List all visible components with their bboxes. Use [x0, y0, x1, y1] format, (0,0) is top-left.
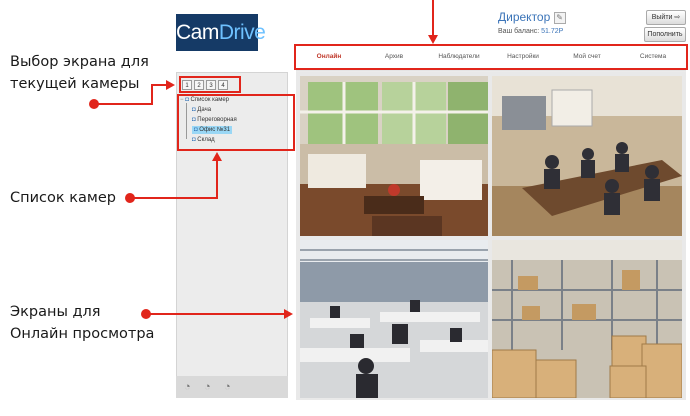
camera-control-icon[interactable]: ◔ [204, 381, 211, 393]
topup-button[interactable]: Пополнить [644, 27, 686, 42]
annotation-connector [216, 160, 218, 199]
video-feed-2[interactable] [492, 76, 682, 236]
logo-accent: Drive [218, 21, 266, 44]
screens-note: Экраны для Онлайн просмотра [10, 301, 154, 345]
screen-select-note-line-1: Выбор экрана для [10, 54, 149, 70]
screens-note-line-2: Онлайн просмотра [10, 326, 155, 342]
annotation-arrow [428, 35, 438, 44]
annotation-connector [151, 84, 167, 86]
screen-select-note-line-2: текущей камеры [10, 76, 140, 92]
camera-control-toolbar [176, 376, 288, 398]
camera-list-note: Список камер [10, 190, 116, 206]
exit-icon: ⇨ [674, 14, 681, 21]
annotation-connector [130, 197, 217, 199]
annotation-arrow [284, 309, 293, 319]
annotation-connector [96, 103, 152, 105]
open-office-image [300, 240, 488, 398]
balance-label: Ваш баланс: [498, 28, 540, 35]
camera-tree-highlight [177, 94, 295, 151]
logout-label: Выйти [651, 14, 673, 21]
annotation-connector [432, 0, 434, 36]
annotation-arrow [212, 152, 222, 161]
screen-selector-highlight [179, 76, 241, 93]
living-room-image [300, 76, 488, 236]
screens-note-line-1: Экраны для [10, 304, 101, 320]
camdrive-logo: CamDrive [176, 14, 266, 51]
topup-label: Пополнить [647, 31, 683, 38]
user-name-link[interactable]: Директор ✎ [498, 10, 566, 24]
warehouse-image [492, 240, 682, 398]
camera-control-icon[interactable]: ◔ [224, 381, 231, 393]
annotation-arrow [166, 80, 175, 90]
meeting-room-image [492, 76, 682, 236]
balance-value: 51.72Р [541, 28, 564, 35]
video-feed-4[interactable] [492, 240, 682, 398]
annotation-connector [151, 84, 153, 105]
camera-control-icon[interactable]: ◔ [184, 381, 191, 393]
annotation-connector [148, 313, 284, 315]
balance-line: Ваш баланс: 51.72Р [498, 28, 563, 35]
video-feed-1[interactable] [300, 76, 488, 236]
logout-button[interactable]: Выйти ⇨ [646, 10, 686, 25]
logo-main: Cam [176, 21, 219, 44]
tabs-highlight-frame [294, 44, 688, 70]
screen-select-note: Выбор экрана для текущей камеры [10, 51, 149, 95]
pencil-icon[interactable]: ✎ [553, 11, 566, 24]
user-name: Директор [498, 10, 551, 24]
video-feed-3[interactable] [300, 240, 488, 398]
